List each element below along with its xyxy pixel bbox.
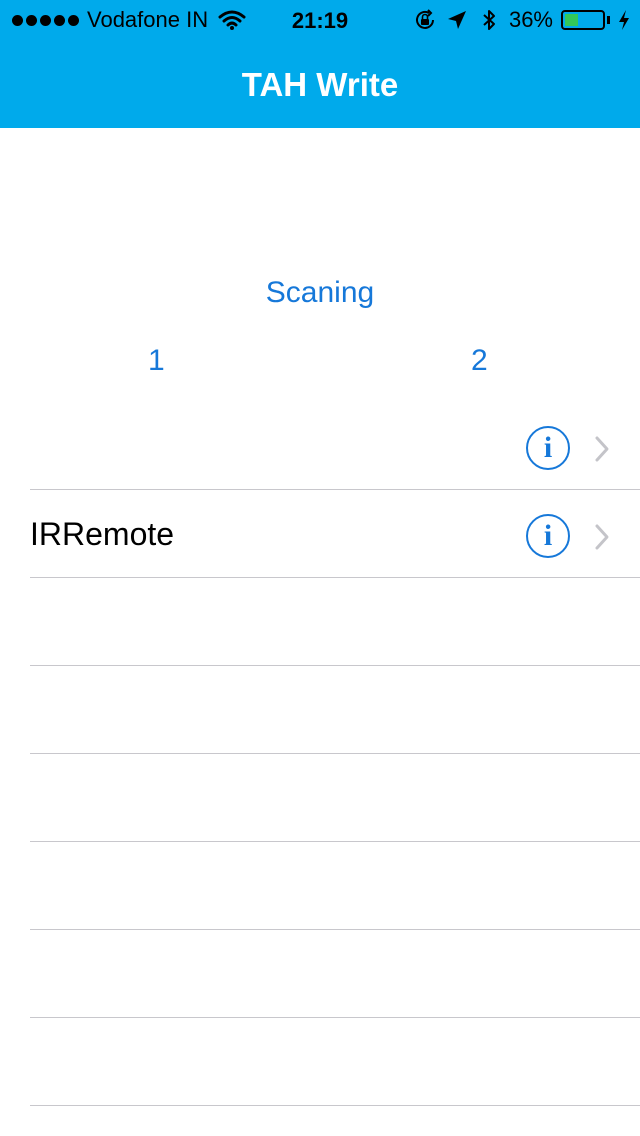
device-list: i IRRemote i	[0, 402, 640, 1106]
table-row[interactable]: IRRemote i	[0, 490, 640, 578]
table-row[interactable]: i	[0, 402, 640, 490]
device-name: IRRemote	[30, 516, 175, 552]
table-row	[0, 842, 640, 930]
rotation-lock-icon	[413, 8, 437, 32]
scan-status-label: Scaning	[265, 276, 375, 309]
battery-percent: 36%	[508, 7, 553, 32]
column-1-label: 1	[148, 344, 165, 377]
column-2-label: 2	[471, 344, 488, 377]
navigation-bar: Vodafone IN 21:19 36% TAH Write	[0, 0, 640, 128]
battery-icon	[561, 10, 605, 30]
page-title: TAH Write	[241, 66, 399, 103]
location-arrow-icon	[445, 8, 469, 32]
battery-tip	[607, 16, 610, 24]
chevron-right-icon	[592, 435, 612, 463]
table-row	[0, 754, 640, 842]
status-bar: Vodafone IN 21:19 36%	[0, 0, 640, 40]
info-icon[interactable]: i	[526, 514, 570, 558]
battery-level-fill	[565, 14, 578, 26]
bluetooth-icon	[477, 8, 501, 32]
info-icon[interactable]: i	[526, 426, 570, 470]
table-row	[0, 1018, 640, 1106]
table-row	[0, 666, 640, 754]
status-right: 36%	[413, 6, 630, 34]
table-row	[0, 578, 640, 666]
charging-bolt-icon	[618, 8, 630, 32]
chevron-right-icon	[592, 523, 612, 551]
table-row	[0, 930, 640, 1018]
